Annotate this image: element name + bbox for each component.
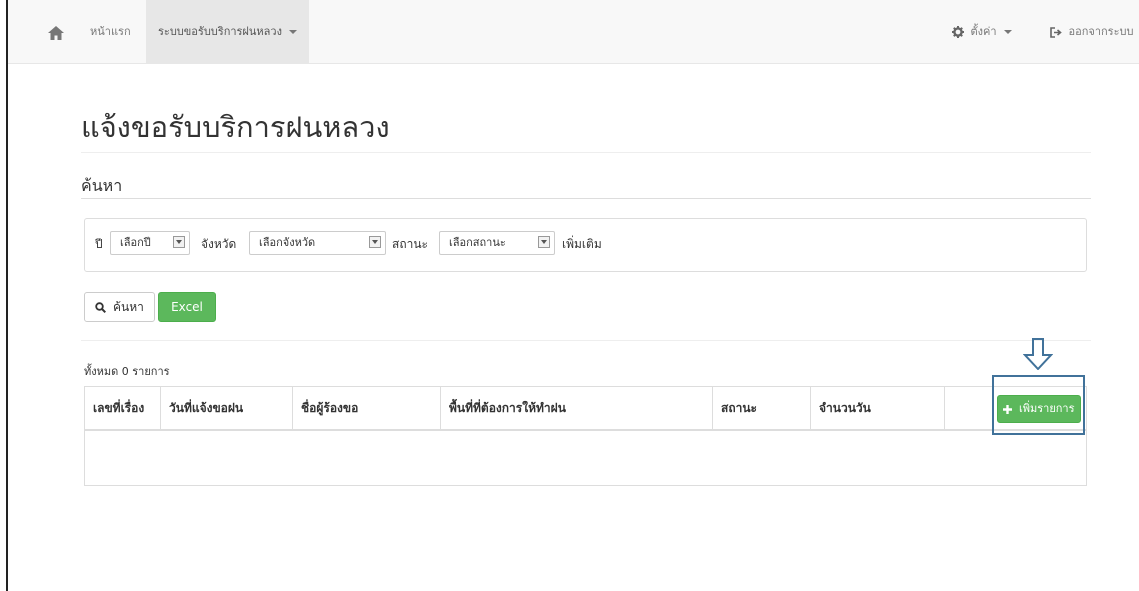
nav-logout-label: ออกจากระบบ xyxy=(1068,25,1134,38)
top-navbar: หน้าแรก ระบบขอรับบริการฝนหลวง ตั้งค่า ออ… xyxy=(8,0,1139,64)
nav-logout-link[interactable]: ออกจากระบบ xyxy=(1050,0,1133,63)
table-header: เลขที่เรื่อง วันที่แจ้งขอฝน ชื่อผู้ร้องข… xyxy=(85,387,1086,431)
logout-icon xyxy=(1050,26,1062,38)
year-select-value: เลือกปี xyxy=(120,236,151,249)
status-select-value: เลือกสถานะ xyxy=(449,236,506,249)
result-count: ทั้งหมด 0 รายการ xyxy=(84,365,170,378)
results-table: เลขที่เรื่อง วันที่แจ้งขอฝน ชื่อผู้ร้องข… xyxy=(84,386,1087,486)
table-body xyxy=(85,431,1086,485)
chevron-down-icon xyxy=(369,236,381,248)
highlight-box xyxy=(992,375,1085,435)
province-select[interactable]: เลือกจังหวัด xyxy=(249,231,386,255)
divider xyxy=(81,198,1091,199)
gear-icon xyxy=(952,26,964,38)
nav-settings-dropdown[interactable]: ตั้งค่า xyxy=(952,0,1013,63)
province-label: จังหวัด xyxy=(201,237,237,251)
search-button-label: ค้นหา xyxy=(112,300,144,314)
divider xyxy=(81,340,1091,341)
nav-settings-label: ตั้งค่า xyxy=(970,25,997,38)
chevron-down-icon xyxy=(289,30,298,34)
nav-service-dropdown[interactable]: ระบบขอรับบริการฝนหลวง xyxy=(146,0,310,63)
page-title: แจ้งขอรับบริการฝนหลวง xyxy=(81,110,390,144)
column-header-case-number: เลขที่เรื่อง xyxy=(85,387,161,429)
home-icon[interactable] xyxy=(48,26,64,40)
search-button[interactable]: ค้นหา xyxy=(84,292,155,322)
chevron-down-icon xyxy=(1004,30,1013,34)
nav-home-link[interactable]: หน้าแรก xyxy=(90,0,131,63)
province-select-value: เลือกจังหวัด xyxy=(259,236,316,249)
status-select[interactable]: เลือกสถานะ xyxy=(439,231,555,255)
search-icon xyxy=(95,302,107,313)
more-filters-link[interactable]: เพิ่มเติม xyxy=(562,235,602,254)
column-header-status: สถานะ xyxy=(713,387,811,429)
chevron-down-icon xyxy=(173,236,185,248)
column-header-request-date: วันที่แจ้งขอฝน xyxy=(161,387,293,429)
column-header-requester: ชื่อผู้ร้องขอ xyxy=(293,387,441,429)
status-label: สถานะ xyxy=(392,237,428,251)
filter-panel: ปี เลือกปี จังหวัด เลือกจังหวัด สถานะ เล… xyxy=(84,218,1087,272)
chevron-down-icon xyxy=(538,236,550,248)
search-section-title: ค้นหา xyxy=(81,176,123,195)
down-arrow-annotation-icon xyxy=(1023,338,1053,370)
browser-frame: หน้าแรก ระบบขอรับบริการฝนหลวง ตั้งค่า ออ… xyxy=(6,0,1139,591)
nav-dropdown-label: ระบบขอรับบริการฝนหลวง xyxy=(158,25,282,38)
year-label: ปี xyxy=(95,237,103,251)
column-header-target-area: พื้นที่ที่ต้องการให้ทำฝน xyxy=(441,387,713,429)
year-select[interactable]: เลือกปี xyxy=(110,231,190,255)
divider xyxy=(81,152,1091,153)
column-header-days: จำนวนวัน xyxy=(811,387,945,429)
excel-export-button[interactable]: Excel xyxy=(158,292,216,322)
